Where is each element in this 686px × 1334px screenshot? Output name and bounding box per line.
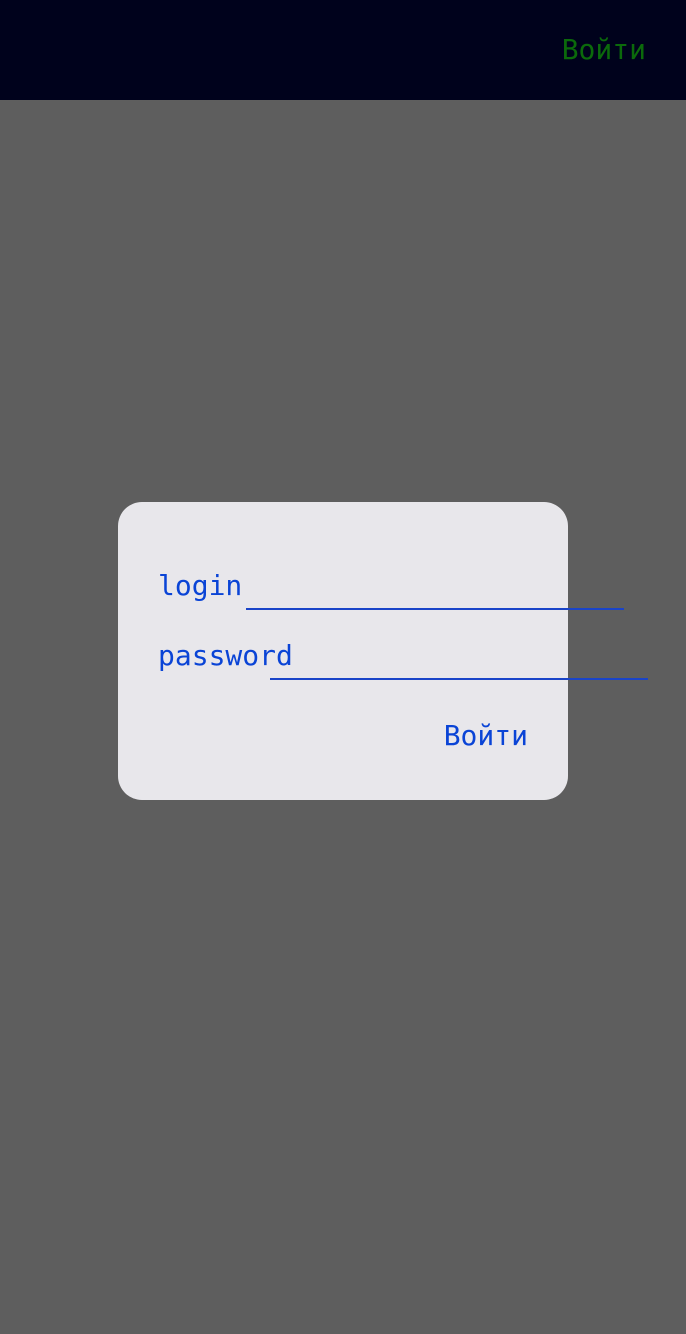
password-input[interactable] [270,650,648,680]
top-app-bar: Войти [0,0,686,100]
dialog-login-button[interactable]: Войти [444,716,528,756]
topbar-login-button[interactable]: Войти [562,30,646,70]
login-dialog: login password Войти [118,502,648,800]
login-input[interactable] [246,580,624,610]
login-label: login [158,569,243,602]
